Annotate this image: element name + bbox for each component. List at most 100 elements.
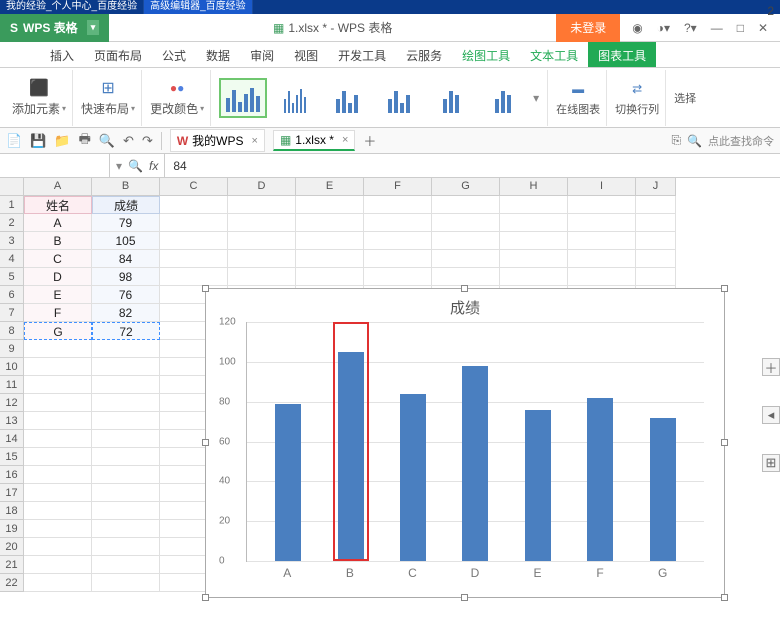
cell[interactable] — [432, 196, 500, 214]
cell[interactable] — [296, 214, 364, 232]
row-header[interactable]: 15 — [0, 448, 24, 466]
row-header[interactable]: 4 — [0, 250, 24, 268]
cell[interactable] — [568, 214, 636, 232]
cell[interactable] — [568, 196, 636, 214]
resize-handle[interactable] — [721, 439, 728, 446]
cell[interactable] — [500, 196, 568, 214]
cell[interactable] — [160, 196, 228, 214]
gallery-more-icon[interactable]: ▾ — [531, 89, 541, 107]
cell[interactable] — [92, 376, 160, 394]
bar[interactable] — [587, 398, 613, 561]
change-color-button[interactable]: ●● 更改颜色▾ — [144, 70, 211, 126]
resize-handle[interactable] — [202, 439, 209, 446]
bar-slot[interactable] — [455, 322, 495, 561]
column-header[interactable]: F — [364, 178, 432, 196]
row-header[interactable]: 11 — [0, 376, 24, 394]
cell[interactable] — [24, 556, 92, 574]
cell[interactable] — [92, 358, 160, 376]
row-header[interactable]: 5 — [0, 268, 24, 286]
cell[interactable] — [296, 250, 364, 268]
cell[interactable] — [296, 232, 364, 250]
cell[interactable] — [364, 214, 432, 232]
cell[interactable] — [92, 412, 160, 430]
resize-handle[interactable] — [461, 594, 468, 601]
bar-slot[interactable] — [643, 322, 683, 561]
bar-slot[interactable] — [580, 322, 620, 561]
save-icon[interactable]: 💾 — [30, 133, 46, 149]
column-header[interactable]: I — [568, 178, 636, 196]
add-element-button[interactable]: ⬛ 添加元素▾ — [6, 70, 73, 126]
column-header[interactable]: A — [24, 178, 92, 196]
formula-input[interactable]: 84 — [165, 157, 780, 175]
cell[interactable]: G — [24, 322, 92, 340]
cell[interactable] — [432, 232, 500, 250]
tab-cloud[interactable]: 云服务 — [396, 42, 452, 67]
cell[interactable] — [432, 250, 500, 268]
chart-style-4[interactable] — [375, 78, 423, 118]
resize-handle[interactable] — [721, 285, 728, 292]
row-header[interactable]: 7 — [0, 304, 24, 322]
cell[interactable] — [92, 520, 160, 538]
row-header[interactable]: 8 — [0, 322, 24, 340]
cell[interactable] — [636, 214, 676, 232]
cell[interactable] — [296, 196, 364, 214]
tab-review[interactable]: 审阅 — [240, 42, 284, 67]
cell[interactable] — [24, 502, 92, 520]
search-command-input[interactable]: 点此查找命令 — [708, 133, 774, 149]
fx-icon[interactable]: fx — [149, 159, 158, 173]
cell[interactable]: 姓名 — [24, 196, 92, 214]
tab-view[interactable]: 视图 — [284, 42, 328, 67]
cell[interactable] — [500, 214, 568, 232]
browser-tab[interactable]: 我的经验_个人中心_百度经验 — [0, 0, 144, 14]
select-button[interactable]: 选择 — [668, 70, 702, 126]
bar-slot[interactable] — [268, 322, 308, 561]
chart-plot-area[interactable]: 020406080100120 — [246, 322, 704, 562]
tab-text-tools[interactable]: 文本工具 — [520, 42, 588, 67]
row-header[interactable]: 6 — [0, 286, 24, 304]
column-header[interactable]: C — [160, 178, 228, 196]
cell[interactable] — [24, 484, 92, 502]
column-header[interactable]: D — [228, 178, 296, 196]
command-icon[interactable]: ⎘ — [671, 133, 681, 148]
cell[interactable]: 79 — [92, 214, 160, 232]
row-header[interactable]: 12 — [0, 394, 24, 412]
column-header[interactable]: G — [432, 178, 500, 196]
redo-icon[interactable]: ↷ — [142, 133, 153, 149]
cell[interactable]: F — [24, 304, 92, 322]
chart-style-1[interactable] — [219, 78, 267, 118]
row-header[interactable]: 19 — [0, 520, 24, 538]
cell[interactable] — [92, 394, 160, 412]
cell[interactable] — [92, 556, 160, 574]
cell[interactable] — [568, 232, 636, 250]
cell[interactable] — [24, 340, 92, 358]
cell[interactable] — [228, 232, 296, 250]
cell[interactable] — [24, 466, 92, 484]
open-icon[interactable]: 📁 — [54, 133, 70, 149]
zoom-icon[interactable]: 🔍 — [128, 159, 143, 173]
cell[interactable] — [364, 196, 432, 214]
help-icon[interactable]: ?▾ — [680, 19, 701, 37]
bar[interactable] — [275, 404, 301, 561]
file-tab[interactable]: ▦ 1.xlsx * × — [273, 130, 355, 151]
tab-page-layout[interactable]: 页面布局 — [84, 42, 152, 67]
add-tab-icon[interactable]: ＋ — [363, 131, 376, 150]
cell[interactable]: E — [24, 286, 92, 304]
cell[interactable]: 84 — [92, 250, 160, 268]
cell[interactable] — [92, 430, 160, 448]
minimize-button[interactable]: — — [707, 19, 727, 37]
chart-style-3[interactable] — [323, 78, 371, 118]
column-header[interactable]: H — [500, 178, 568, 196]
cell[interactable] — [24, 358, 92, 376]
bar[interactable] — [400, 394, 426, 561]
cell[interactable] — [636, 268, 676, 286]
cell[interactable] — [432, 214, 500, 232]
tab-formula[interactable]: 公式 — [152, 42, 196, 67]
cell[interactable] — [228, 214, 296, 232]
row-header[interactable]: 21 — [0, 556, 24, 574]
bar[interactable] — [462, 366, 488, 561]
cell[interactable]: D — [24, 268, 92, 286]
row-header[interactable]: 3 — [0, 232, 24, 250]
browser-tab[interactable]: 高级编辑器_百度经验 — [144, 0, 253, 14]
print-preview-icon[interactable]: 🔍 — [99, 133, 115, 149]
close-tab-icon[interactable]: × — [248, 135, 258, 147]
